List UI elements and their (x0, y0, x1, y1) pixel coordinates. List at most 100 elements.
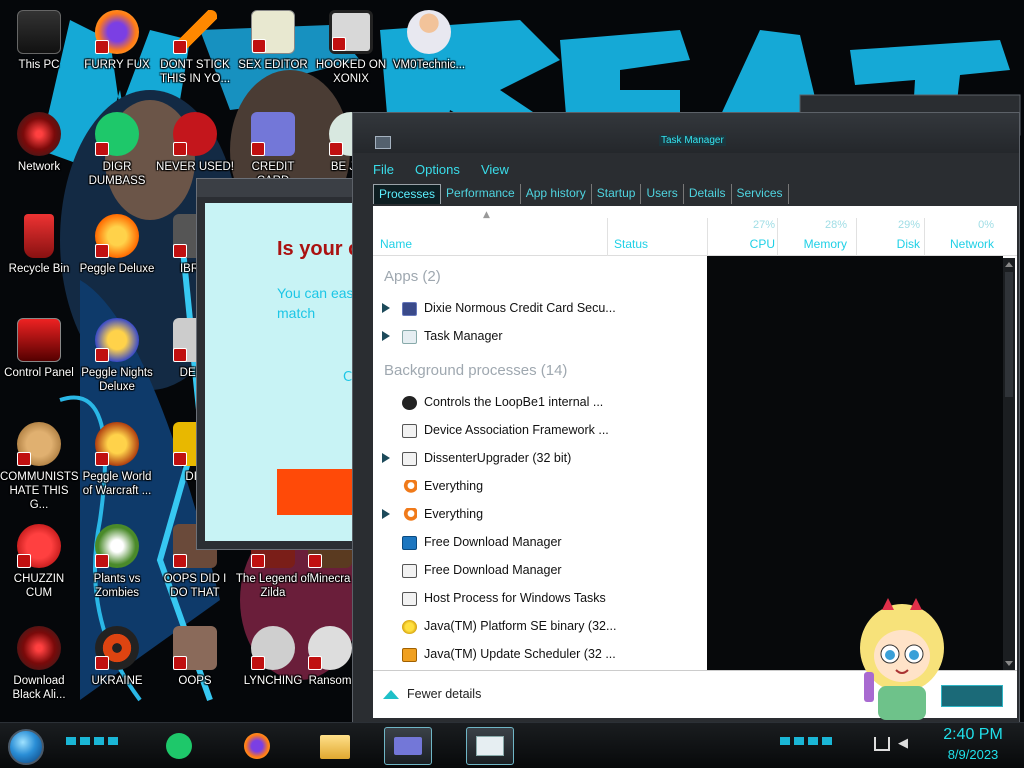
tab-processes[interactable]: Processes (373, 184, 442, 204)
clock-time[interactable]: 2:40 PM (938, 726, 1008, 744)
desktop-icon-digr-dumbass[interactable]: DIGR DUMBASS (78, 112, 156, 188)
vlc-cone-icon (173, 10, 217, 54)
taskbar-firefox[interactable] (234, 727, 282, 765)
volume-icon[interactable]: ◀ (898, 737, 914, 751)
tab-strip: Processes Performance App history Startu… (373, 184, 789, 204)
task-manager-titlebar[interactable]: Task Manager (353, 113, 1019, 153)
process-row[interactable]: Everything (373, 473, 707, 501)
column-cpu[interactable]: CPU (707, 237, 775, 251)
process-name: Java(TM) Platform SE binary (32... (424, 619, 617, 633)
expand-chevron-icon[interactable] (382, 453, 390, 463)
task-manager-icon (402, 330, 417, 344)
desktop-icon-communists[interactable]: COMMUNISTS HATE THIS G... (0, 422, 79, 512)
portrait-icon (173, 626, 217, 670)
desktop-icon-dont-stick[interactable]: DONT STICK THIS IN YO... (156, 10, 234, 86)
collapse-arrow-icon (383, 689, 399, 699)
menu-file[interactable]: File (373, 162, 394, 177)
tab-services[interactable]: Services (731, 184, 789, 204)
icon-label: SEX EDITOR (238, 59, 308, 71)
computer-icon (17, 10, 61, 54)
column-memory[interactable]: Memory (777, 237, 847, 251)
menu-options[interactable]: Options (415, 162, 460, 177)
process-row[interactable]: Java(TM) Update Scheduler (32 ... (373, 641, 707, 669)
expand-chevron-icon[interactable] (382, 303, 390, 313)
desktop-icon-hooked-on-xonix[interactable]: HOOKED ON XONIX (312, 10, 390, 86)
desktop-icon-pvz[interactable]: Plants vs Zombies (78, 524, 156, 600)
desktop-icon-furry-fux[interactable]: FURRY FUX (78, 10, 156, 72)
icon-label: CHUZZIN CUM (13, 573, 65, 599)
scroll-up-arrow-icon[interactable] (1005, 262, 1013, 267)
icon-label: Recycle Bin (8, 263, 70, 275)
taskbar-credit-card-app[interactable] (384, 727, 432, 765)
process-name: Host Process for Windows Tasks (424, 591, 606, 605)
process-row[interactable]: Dixie Normous Credit Card Secu... (373, 295, 707, 323)
background-app-window[interactable]: Is your c You can eas here and we have m… (196, 178, 376, 550)
process-row[interactable]: Device Association Framework ... (373, 417, 707, 445)
credit-card-icon (251, 112, 295, 156)
scrollbar-thumb[interactable] (1005, 272, 1013, 397)
peggle-icon (95, 214, 139, 258)
desktop-icon-peggle-wow[interactable]: Peggle World of Warcraft ... (78, 422, 156, 498)
peggle-nights-icon (95, 318, 139, 362)
process-row[interactable]: Everything (373, 501, 707, 529)
desktop-icon-network[interactable]: Network (0, 112, 78, 174)
column-disk[interactable]: Disk (856, 237, 920, 251)
firefox-icon (95, 10, 139, 54)
desktop-icon-control-panel[interactable]: Control Panel (0, 318, 78, 380)
vertical-scrollbar[interactable] (1003, 258, 1015, 670)
tab-app-history[interactable]: App history (520, 184, 592, 204)
tab-startup[interactable]: Startup (591, 184, 642, 204)
taskbar-task-manager[interactable] (466, 727, 514, 765)
document-icon (95, 112, 139, 156)
memory-percent: 28% (824, 219, 847, 231)
window-title: Task Manager (659, 135, 726, 146)
desktop-icon-ukraine[interactable]: UKRAINE (78, 626, 156, 688)
desktop-icon-ransom[interactable]: Ransom (300, 626, 360, 688)
desktop-icon-peggle-nights[interactable]: Peggle Nights Deluxe (78, 318, 156, 394)
start-button[interactable] (8, 729, 44, 765)
process-row[interactable]: Java(TM) Platform SE binary (32... (373, 613, 707, 641)
plant-icon (95, 524, 139, 568)
scroll-down-arrow-icon[interactable] (1005, 661, 1013, 666)
process-row[interactable]: Controls the LoopBe1 internal ... (373, 389, 707, 417)
expand-chevron-icon[interactable] (382, 509, 390, 519)
process-row[interactable]: Task Manager (373, 323, 707, 351)
desktop-icon-credit-card[interactable]: CREDIT CARD (234, 112, 312, 188)
money-bag-icon (17, 422, 61, 466)
menu-view[interactable]: View (481, 162, 509, 177)
desktop-icon-vm0technic[interactable]: VM0Technic... (390, 10, 468, 72)
taskbar-file-explorer[interactable] (312, 727, 360, 765)
tab-details[interactable]: Details (683, 184, 732, 204)
process-row[interactable]: Free Download Manager (373, 529, 707, 557)
process-name: DissenterUpgrader (32 bit) (424, 451, 572, 465)
desktop-icon-download-black[interactable]: Download Black Ali... (0, 626, 78, 702)
process-row[interactable]: Host Process for Windows Tasks (373, 585, 707, 613)
tab-users[interactable]: Users (641, 184, 684, 204)
column-status[interactable]: Status (614, 237, 648, 251)
tab-performance[interactable]: Performance (441, 184, 521, 204)
process-row[interactable]: DissenterUpgrader (32 bit) (373, 445, 707, 473)
column-network[interactable]: Network (924, 237, 994, 251)
clock-date[interactable]: 8/9/2023 (938, 747, 1008, 762)
credit-card-icon (394, 737, 422, 755)
desktop-icon-never-used[interactable]: NEVER USED! (156, 112, 234, 174)
window-titlebar[interactable] (197, 179, 375, 197)
process-row[interactable]: Free Download Manager (373, 557, 707, 585)
process-name: Dixie Normous Credit Card Secu... (424, 301, 616, 315)
icon-label: COMMUNISTS HATE THIS G... (0, 471, 79, 511)
column-name[interactable]: Name (380, 237, 412, 251)
desktop-icon-peggle-deluxe[interactable]: Peggle Deluxe (78, 214, 156, 276)
desktop-icon-this-pc[interactable]: This PC (0, 10, 78, 72)
loopbe-icon (402, 396, 417, 410)
taskbar-notes-app[interactable] (156, 727, 204, 765)
desktop-icon-recycle-bin[interactable]: Recycle Bin (0, 214, 78, 276)
fewer-details-button[interactable]: Fewer details (383, 687, 481, 701)
desktop-icon-sex-editor[interactable]: SEX EDITOR (234, 10, 312, 72)
desktop-icon-oops[interactable]: OOPS (156, 626, 234, 688)
expand-chevron-icon[interactable] (382, 331, 390, 341)
folder-icon (320, 735, 350, 759)
desktop-icon-chuzzin[interactable]: CHUZZIN CUM (0, 524, 78, 600)
radiation-icon (95, 626, 139, 670)
group-header-background: Background processes (14) (384, 362, 568, 379)
network-icon[interactable] (874, 737, 890, 751)
